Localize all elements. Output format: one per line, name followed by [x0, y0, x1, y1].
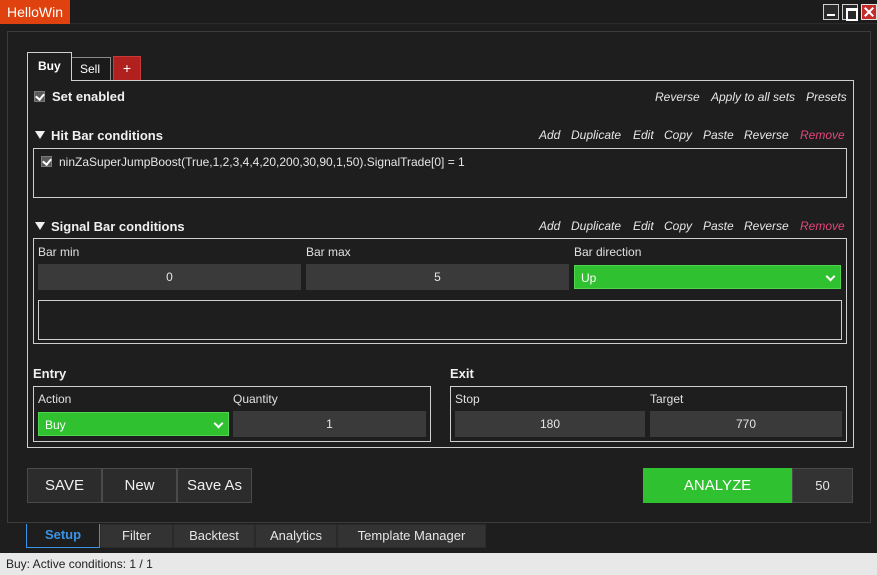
tab-buy[interactable]: Buy	[27, 52, 72, 81]
action-select[interactable]: Buy	[38, 412, 229, 436]
apply-to-all-sets-link[interactable]: Apply to all sets	[711, 90, 795, 104]
bar-max-label: Bar max	[306, 245, 351, 259]
bar-direction-label: Bar direction	[574, 245, 642, 259]
tab-sell[interactable]: Sell	[69, 57, 112, 81]
signal-bar-reverse-link[interactable]: Reverse	[744, 219, 789, 233]
hit-bar-add-link[interactable]: Add	[539, 128, 560, 142]
signal-bar-conditions-list	[38, 300, 842, 340]
condition-checkbox[interactable]	[41, 156, 52, 167]
set-enabled-checkbox[interactable]	[34, 91, 45, 102]
bar-max-input[interactable]: 5	[306, 264, 569, 290]
chevron-down-icon	[213, 418, 224, 429]
hit-bar-reverse-link[interactable]: Reverse	[744, 128, 789, 142]
hit-bar-copy-link[interactable]: Copy	[664, 128, 692, 142]
add-set-button[interactable]: +	[113, 56, 141, 80]
bar-direction-value: Up	[581, 271, 597, 285]
bar-direction-select[interactable]: Up	[574, 265, 841, 289]
collapse-triangle-icon[interactable]	[35, 222, 45, 230]
tab-template-manager[interactable]: Template Manager	[337, 524, 486, 548]
action-value: Buy	[45, 418, 66, 432]
signal-bar-add-link[interactable]: Add	[539, 219, 560, 233]
title-bar: HelloWin	[0, 0, 877, 24]
signal-bar-duplicate-link[interactable]: Duplicate	[571, 219, 621, 233]
analyze-count-input[interactable]: 50	[792, 468, 853, 503]
presets-link[interactable]: Presets	[806, 90, 847, 104]
chevron-down-icon	[825, 271, 836, 282]
status-bar: Buy: Active conditions: 1 / 1	[0, 553, 877, 575]
action-label: Action	[38, 392, 72, 406]
analyze-button[interactable]: ANALYZE	[643, 468, 792, 503]
stop-input[interactable]: 180	[455, 411, 645, 437]
hit-bar-paste-link[interactable]: Paste	[703, 128, 734, 142]
tab-backtest[interactable]: Backtest	[173, 524, 255, 548]
collapse-triangle-icon[interactable]	[35, 131, 45, 139]
tab-filter[interactable]: Filter	[100, 524, 173, 548]
signal-bar-title: Signal Bar conditions	[51, 219, 185, 234]
target-label: Target	[650, 392, 684, 406]
target-input[interactable]: 770	[650, 411, 842, 437]
reverse-set-link[interactable]: Reverse	[655, 90, 700, 104]
signal-bar-copy-link[interactable]: Copy	[664, 219, 692, 233]
signal-bar-header: Signal Bar conditions	[35, 219, 185, 234]
new-button[interactable]: New	[102, 468, 177, 503]
bar-min-label: Bar min	[38, 245, 80, 259]
signal-bar-remove-link[interactable]: Remove	[800, 219, 845, 233]
condition-text[interactable]: ninZaSuperJumpBoost(True,1,2,3,4,4,20,20…	[59, 155, 465, 169]
maximize-icon[interactable]	[842, 4, 858, 21]
hit-bar-header: Hit Bar conditions	[35, 128, 163, 143]
entry-title: Entry	[33, 366, 67, 381]
hit-bar-title: Hit Bar conditions	[51, 128, 163, 143]
exit-title: Exit	[450, 366, 474, 381]
hit-bar-duplicate-link[interactable]: Duplicate	[571, 128, 621, 142]
signal-bar-edit-link[interactable]: Edit	[633, 219, 654, 233]
hit-bar-edit-link[interactable]: Edit	[633, 128, 654, 142]
app-title: HelloWin	[0, 0, 71, 24]
quantity-input[interactable]: 1	[233, 411, 426, 437]
bar-min-input[interactable]: 0	[38, 264, 301, 290]
tab-setup[interactable]: Setup	[26, 524, 100, 548]
tab-analytics[interactable]: Analytics	[255, 524, 337, 548]
close-icon[interactable]	[861, 4, 877, 20]
quantity-label: Quantity	[233, 392, 278, 406]
save-button[interactable]: SAVE	[27, 468, 102, 503]
set-enabled-label: Set enabled	[52, 89, 125, 104]
save-as-button[interactable]: Save As	[177, 468, 252, 503]
stop-label: Stop	[455, 392, 480, 406]
signal-bar-paste-link[interactable]: Paste	[703, 219, 734, 233]
minimize-icon[interactable]	[823, 4, 839, 20]
hit-bar-remove-link[interactable]: Remove	[800, 128, 845, 142]
